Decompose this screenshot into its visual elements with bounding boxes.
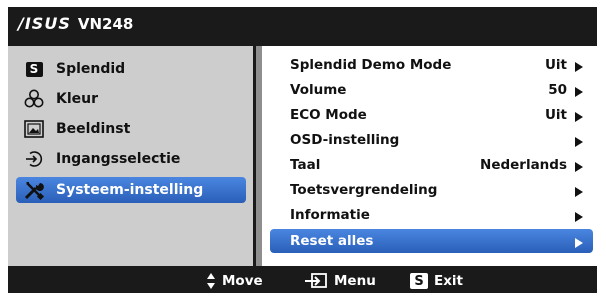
s-key-icon: S bbox=[22, 58, 46, 80]
move-hint: Move bbox=[206, 269, 263, 293]
setting-label: Volume bbox=[290, 82, 347, 98]
menu-item-label: Ingangsselectie bbox=[56, 151, 181, 167]
menu-item-label: Systeem-instelling bbox=[56, 182, 204, 198]
chevron-right-icon bbox=[575, 135, 583, 147]
menu-hint: Menu bbox=[304, 269, 376, 293]
main-menu: S Splendid Kleur Beeldinst Ingangsselect… bbox=[8, 46, 253, 266]
setting-label: Reset alles bbox=[290, 233, 374, 249]
chevron-right-icon bbox=[575, 185, 583, 197]
color-wheel-icon bbox=[22, 88, 46, 110]
setting-taal[interactable]: Taal Nederlands bbox=[270, 153, 593, 177]
chevron-right-icon bbox=[575, 210, 583, 222]
setting-toetsvergrendeling[interactable]: Toetsvergrendeling bbox=[270, 178, 593, 202]
menu-item-splendid[interactable]: S Splendid bbox=[16, 56, 246, 82]
input-arrow-icon bbox=[22, 148, 46, 170]
move-label: Move bbox=[222, 273, 263, 289]
setting-value: Uit bbox=[544, 57, 567, 73]
setting-splendid-demo-mode[interactable]: Splendid Demo Mode Uit bbox=[270, 53, 593, 77]
chevron-right-icon bbox=[575, 110, 583, 122]
button-hint-bar: Move Menu S Exit bbox=[8, 269, 597, 293]
setting-label: OSD-instelling bbox=[290, 132, 400, 148]
menu-item-label: Beeldinst bbox=[56, 121, 131, 137]
menu-item-label: Kleur bbox=[56, 91, 99, 107]
setting-label: ECO Mode bbox=[290, 107, 367, 123]
setting-volume[interactable]: Volume 50 bbox=[270, 78, 593, 102]
setting-value: Uit bbox=[544, 107, 567, 123]
setting-reset-alles[interactable]: Reset alles bbox=[270, 229, 593, 253]
setting-informatie[interactable]: Informatie bbox=[270, 203, 593, 227]
osd-menu: /ISUS VN248 S Splendid Kleur Beeldinst I… bbox=[8, 7, 597, 293]
menu-item-kleur[interactable]: Kleur bbox=[16, 86, 246, 112]
exit-hint: S Exit bbox=[410, 269, 463, 293]
exit-label: Exit bbox=[434, 273, 464, 289]
s-key-icon: S bbox=[410, 273, 428, 289]
setting-label: Informatie bbox=[290, 207, 370, 223]
setting-label: Toetsvergrendeling bbox=[290, 182, 438, 198]
setting-osd-instelling[interactable]: OSD-instelling bbox=[270, 128, 593, 152]
menu-item-beeldinst[interactable]: Beeldinst bbox=[16, 116, 246, 142]
chevron-right-icon bbox=[575, 60, 583, 72]
model-name: VN248 bbox=[77, 14, 134, 33]
up-down-arrow-icon bbox=[206, 272, 216, 290]
setting-value: 50 bbox=[548, 82, 567, 98]
setting-value: Nederlands bbox=[480, 157, 567, 173]
menu-label: Menu bbox=[334, 273, 376, 289]
menu-item-label: Splendid bbox=[56, 61, 126, 77]
enter-icon bbox=[304, 272, 328, 290]
osd-header: /ISUS VN248 bbox=[8, 7, 597, 40]
setting-label: Splendid Demo Mode bbox=[290, 57, 452, 73]
brand-logo: /ISUS bbox=[18, 14, 71, 33]
tools-icon bbox=[22, 179, 46, 201]
settings-panel: Splendid Demo Mode Uit Volume 50 ECO Mod… bbox=[262, 46, 597, 266]
chevron-right-icon bbox=[575, 160, 583, 172]
setting-label: Taal bbox=[290, 157, 321, 173]
menu-item-systeem-instelling[interactable]: Systeem-instelling bbox=[16, 177, 246, 203]
chevron-right-icon bbox=[575, 236, 583, 248]
chevron-right-icon bbox=[575, 85, 583, 97]
setting-eco-mode[interactable]: ECO Mode Uit bbox=[270, 103, 593, 127]
menu-item-ingangsselectie[interactable]: Ingangsselectie bbox=[16, 146, 246, 172]
picture-icon bbox=[22, 118, 46, 140]
